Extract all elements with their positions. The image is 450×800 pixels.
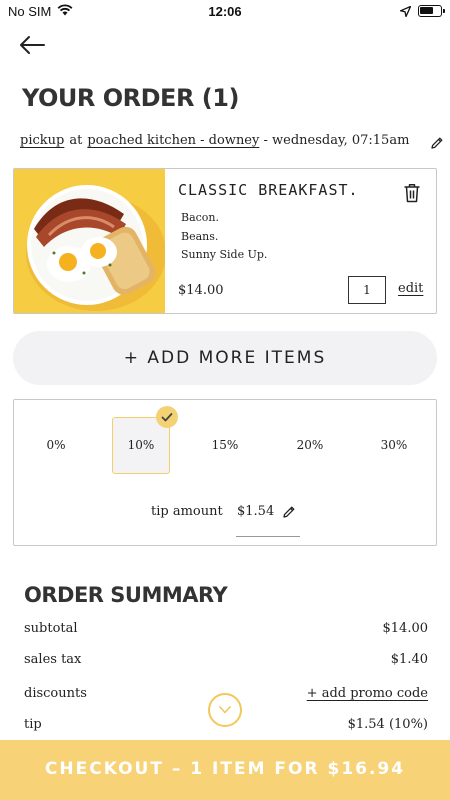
tip-amount-value[interactable]: $1.54 bbox=[237, 504, 274, 519]
tip-selector-card: 0% 10% 15% 20% 30% tip amount $1.54 bbox=[13, 399, 437, 546]
item-option: Beans. bbox=[181, 229, 219, 243]
item-option: Sunny Side Up. bbox=[181, 248, 268, 261]
tip-amount-label: tip amount bbox=[151, 504, 223, 519]
arrow-left-icon bbox=[20, 36, 45, 54]
summary-value: $1.40 bbox=[390, 652, 428, 667]
clock-time: 12:06 bbox=[208, 4, 242, 19]
chevron-down-icon bbox=[219, 706, 231, 714]
pickup-location-link[interactable]: poached kitchen - downey bbox=[87, 133, 259, 148]
summary-value: $14.00 bbox=[382, 621, 429, 636]
pickup-at-text: at bbox=[69, 133, 83, 148]
summary-label: sales tax bbox=[24, 652, 82, 667]
pencil-icon[interactable] bbox=[282, 504, 296, 523]
tip-amount-underline bbox=[236, 536, 300, 537]
item-option: Bacon. bbox=[181, 211, 220, 224]
add-more-items-button[interactable]: + ADD MORE ITEMS bbox=[13, 331, 437, 385]
food-image bbox=[14, 169, 165, 313]
battery-icon bbox=[418, 5, 445, 17]
summary-value: $1.54 (10%) bbox=[347, 717, 428, 732]
edit-item-link[interactable]: edit bbox=[398, 281, 423, 296]
tip-option-30[interactable]: 30% bbox=[365, 417, 423, 474]
cart-item-card: CLASSIC BREAKFAST. Bacon. Beans. Sunny S… bbox=[13, 168, 437, 314]
back-button[interactable] bbox=[18, 33, 48, 59]
summary-label: tip bbox=[24, 717, 42, 732]
tip-option-15[interactable]: 15% bbox=[196, 417, 254, 474]
item-name: CLASSIC BREAKFAST. bbox=[178, 181, 359, 199]
pickup-datetime: - wednesday, 07:15am bbox=[263, 133, 410, 148]
location-arrow-icon bbox=[399, 5, 412, 20]
checkmark-icon bbox=[156, 406, 178, 428]
item-price: $14.00 bbox=[178, 283, 224, 298]
checkout-button[interactable]: CHECKOUT – 1 ITEM FOR $16.94 bbox=[0, 740, 450, 800]
summary-label: discounts bbox=[24, 686, 87, 701]
quantity-input[interactable]: 1 bbox=[348, 276, 386, 304]
order-summary-title: ORDER SUMMARY bbox=[24, 583, 228, 607]
page-title: YOUR ORDER (1) bbox=[22, 84, 239, 112]
status-bar: No SIM 12:06 bbox=[0, 0, 450, 24]
summary-label: subtotal bbox=[24, 621, 78, 636]
tip-option-20[interactable]: 20% bbox=[281, 417, 339, 474]
pickup-mode-link[interactable]: pickup bbox=[20, 133, 64, 148]
pencil-icon[interactable] bbox=[430, 135, 444, 154]
trash-icon[interactable] bbox=[403, 183, 421, 207]
pickup-details: pickup at poached kitchen - downey - wedne… bbox=[20, 133, 409, 148]
item-options-list: Bacon. Beans. Sunny Side Up. bbox=[181, 209, 267, 265]
scroll-down-button[interactable] bbox=[208, 693, 242, 727]
add-promo-code-link[interactable]: + add promo code bbox=[307, 686, 428, 701]
tip-option-0[interactable]: 0% bbox=[27, 417, 85, 474]
